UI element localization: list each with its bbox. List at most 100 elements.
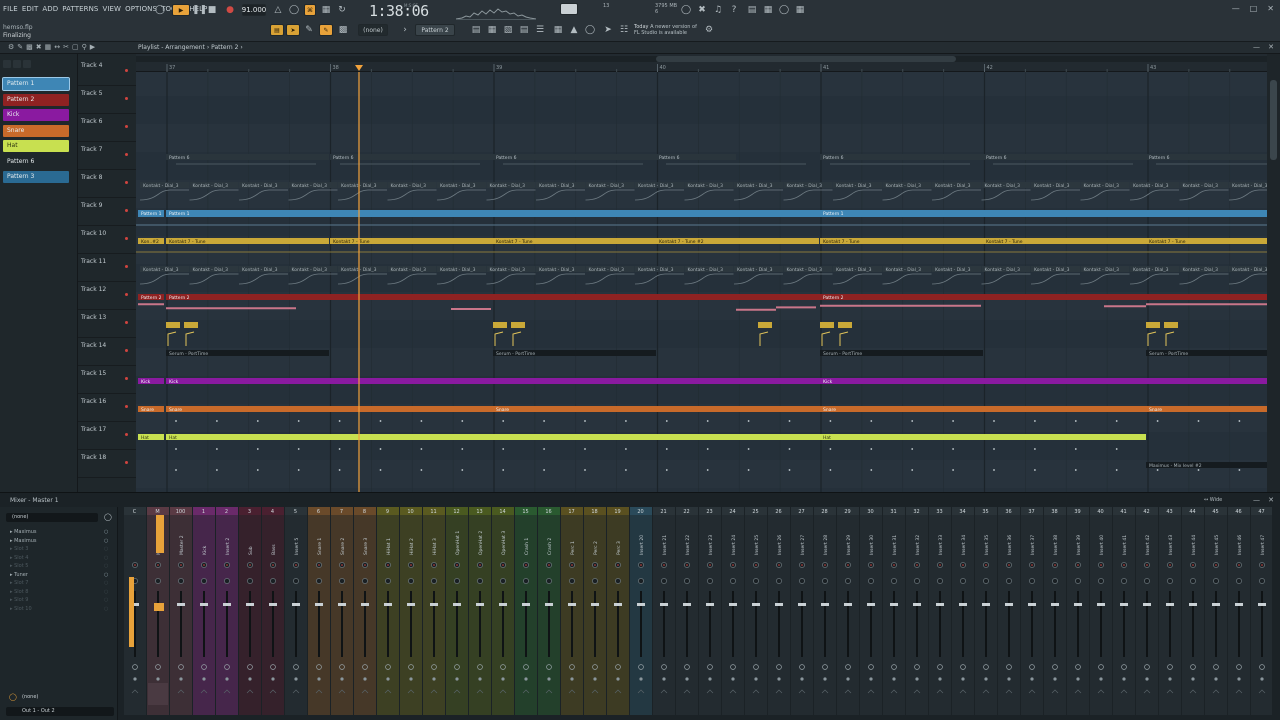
track-header[interactable]: Track 9 bbox=[78, 198, 136, 226]
playlist-clip[interactable]: Kontakt 7 - Tune bbox=[166, 238, 329, 245]
mixer-strip[interactable]: C bbox=[124, 507, 146, 715]
pattern-selector[interactable]: Pattern 2 bbox=[415, 24, 455, 36]
stereo-knob[interactable] bbox=[1190, 578, 1196, 584]
mute-button[interactable] bbox=[1214, 677, 1218, 681]
mixer-strip[interactable]: 5 Insert 5 bbox=[285, 507, 307, 715]
plugin-picker-icon[interactable]: ▲ bbox=[568, 24, 580, 36]
stereo-knob[interactable] bbox=[201, 578, 207, 584]
volume-fader[interactable] bbox=[798, 603, 806, 606]
fx-slot[interactable]: ▸ Slot 8 bbox=[10, 589, 28, 595]
mixer-strip[interactable]: 17 Perc 1 bbox=[561, 507, 583, 715]
mixer-strip[interactable]: 32 Insert 32 bbox=[906, 507, 928, 715]
pattern-song-icon[interactable]: ◯ bbox=[154, 4, 166, 16]
clip-header[interactable] bbox=[166, 434, 820, 440]
channel-rack-icon[interactable]: ▦ bbox=[486, 24, 498, 36]
playlist-close-icon[interactable]: ✕ bbox=[1268, 43, 1274, 51]
clip-header[interactable] bbox=[983, 154, 1146, 160]
fx-slot[interactable]: ▸ Maximus bbox=[10, 529, 36, 535]
mute-button[interactable] bbox=[432, 677, 436, 681]
mute-button[interactable] bbox=[478, 677, 482, 681]
playlist-clip[interactable]: Kontakt - Dial_3 bbox=[1130, 266, 1179, 273]
mixer-minimize-icon[interactable]: — bbox=[1253, 496, 1260, 504]
mute-button[interactable] bbox=[156, 677, 160, 681]
playlist-clip[interactable] bbox=[493, 322, 507, 328]
stereo-knob[interactable] bbox=[661, 578, 667, 584]
volume-fader[interactable] bbox=[453, 603, 461, 606]
mixer-strip[interactable]: 13 OpenHat 2 bbox=[469, 507, 491, 715]
stereo-knob[interactable] bbox=[316, 578, 322, 584]
track-mute-led[interactable] bbox=[125, 349, 128, 352]
playlist-clip[interactable]: Snare bbox=[138, 406, 164, 413]
playlist-clip[interactable]: Kontakt - Dial_3 bbox=[536, 266, 585, 273]
playlist-clips[interactable]: Pattern 6 Pattern 6 Pattern 6 Pattern 6 Patt… bbox=[136, 72, 1267, 492]
minimize-icon[interactable]: — bbox=[1232, 4, 1240, 13]
mixer-strip[interactable]: 6 Snare 1 bbox=[308, 507, 330, 715]
mixer-strip[interactable]: 9 HiHat 1 bbox=[377, 507, 399, 715]
clip-header[interactable] bbox=[166, 154, 329, 160]
mixer-strip[interactable]: 4 Bass bbox=[262, 507, 284, 715]
volume-fader[interactable] bbox=[775, 603, 783, 606]
volume-fader[interactable] bbox=[1051, 603, 1059, 606]
playlist-clip[interactable]: Kontakt - Dial_3 bbox=[486, 266, 536, 273]
mixer-strip[interactable]: 21 Insert 21 bbox=[653, 507, 675, 715]
vertical-scrollbar-thumb[interactable] bbox=[1270, 80, 1277, 160]
fx-slot-toggle-icon[interactable]: ○ bbox=[104, 589, 108, 595]
track-header[interactable]: Track 7 bbox=[78, 142, 136, 170]
stereo-knob[interactable] bbox=[293, 578, 299, 584]
playlist-clip[interactable]: Kontakt - Dial_3 bbox=[1080, 266, 1130, 273]
pattern-picker-item[interactable]: Pattern 2 bbox=[3, 93, 69, 106]
volume-fader[interactable] bbox=[1166, 603, 1174, 606]
fx-slot-toggle-icon[interactable]: ○ bbox=[104, 555, 108, 561]
volume-fader[interactable] bbox=[292, 603, 300, 606]
countdown-button[interactable]: ⌘ bbox=[304, 4, 316, 16]
stereo-knob[interactable] bbox=[362, 578, 368, 584]
playlist-clip[interactable] bbox=[758, 322, 772, 328]
mixer-input-icon[interactable]: ◯ bbox=[104, 513, 112, 521]
stereo-knob[interactable] bbox=[247, 578, 253, 584]
playlist-clip[interactable]: Kontakt - Dial_3 bbox=[635, 266, 684, 273]
mute-button[interactable] bbox=[938, 677, 942, 681]
track-mute-led[interactable] bbox=[125, 125, 128, 128]
playlist-clip[interactable]: Kon..#2 bbox=[138, 238, 164, 245]
menu-view[interactable]: VIEW bbox=[102, 5, 121, 13]
paint-tool-icon[interactable]: ▩ bbox=[26, 43, 33, 51]
templates-icon[interactable]: ☷ bbox=[618, 24, 630, 36]
pattern-picker-item[interactable]: Kick bbox=[3, 109, 69, 121]
playlist-clip[interactable]: Kontakt - Dial_3 bbox=[1179, 182, 1229, 189]
help-icon[interactable]: ? bbox=[728, 4, 740, 16]
mute-button[interactable] bbox=[1053, 677, 1057, 681]
output-icon[interactable]: ◯ bbox=[9, 693, 17, 701]
zoom-icon[interactable]: ⚲ bbox=[82, 43, 87, 51]
slice-icon[interactable]: ✂ bbox=[63, 43, 69, 51]
playlist-clip[interactable]: Kontakt - Dial_3 bbox=[783, 266, 833, 273]
touch-controller-icon[interactable]: ◯ bbox=[584, 24, 596, 36]
track-header[interactable]: Track 6 bbox=[78, 114, 136, 142]
playlist-clip[interactable]: Kontakt - Dial_3 bbox=[387, 266, 437, 273]
mixer-strip[interactable]: 10 HiHat 2 bbox=[400, 507, 422, 715]
playlist-clip[interactable]: Kontakt - Dial_3 bbox=[585, 182, 635, 189]
playlist-clip[interactable]: Kontakt - Dial_3 bbox=[288, 182, 338, 189]
slip-icon[interactable]: ↔ bbox=[54, 43, 60, 51]
playlist-clip[interactable]: Kontakt 7 - Tune bbox=[1146, 238, 1267, 245]
mixer-strip[interactable]: 8 Snare 3 bbox=[354, 507, 376, 715]
playlist-clip[interactable]: Pattern 6 bbox=[820, 154, 983, 161]
playlist-clip[interactable]: Pattern 1 bbox=[820, 210, 1267, 217]
wait-input-icon[interactable]: ◯ bbox=[288, 4, 300, 16]
mixer-strip[interactable]: 16 Crash 2 bbox=[538, 507, 560, 715]
stop-icon[interactable]: ■ bbox=[206, 4, 218, 16]
mixer-channel-strips[interactable]: CMMaster100Master 21Kick2Insert 23Sub4Ba… bbox=[122, 507, 1280, 717]
playlist-clip[interactable]: Serum - PortTime bbox=[166, 350, 329, 357]
mute-button[interactable] bbox=[1030, 677, 1034, 681]
close-all-icon[interactable]: ✖ bbox=[696, 4, 708, 16]
step-edit-icon[interactable]: ▦ bbox=[320, 4, 332, 16]
save-icon[interactable]: ▤ bbox=[746, 4, 758, 16]
mute-button[interactable] bbox=[386, 677, 390, 681]
send-icon[interactable]: ➤ bbox=[602, 24, 614, 36]
track-mute-led[interactable] bbox=[125, 293, 128, 296]
volume-fader[interactable] bbox=[729, 603, 737, 606]
mute-button[interactable] bbox=[1191, 677, 1195, 681]
clip-header[interactable] bbox=[820, 294, 1267, 300]
mute-button[interactable] bbox=[1007, 677, 1011, 681]
volume-fader[interactable] bbox=[1235, 603, 1243, 606]
news-panel[interactable]: Today A newer version of FL Studio is av… bbox=[634, 24, 704, 36]
